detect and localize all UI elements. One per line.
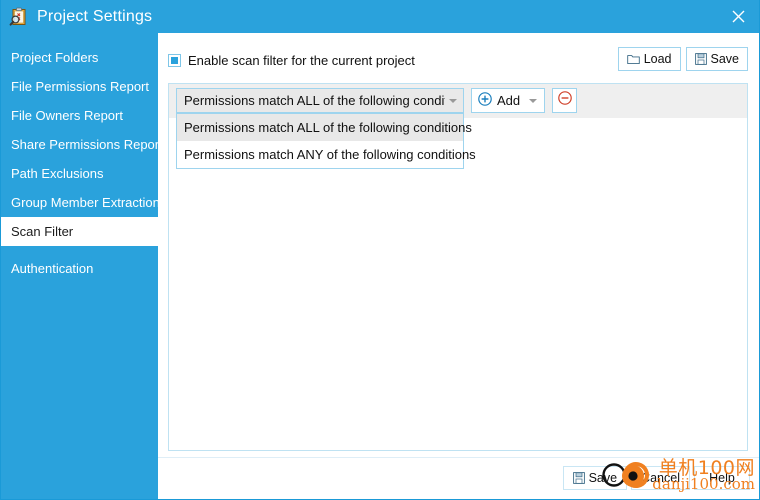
plus-circle-icon [478,92,492,109]
load-button-label: Load [643,52,672,66]
footer-button-group: Save Cancel Help [562,466,750,490]
help-button[interactable]: Help [694,466,750,490]
chevron-down-icon [449,98,457,103]
sidebar-item-label: File Owners Report [11,108,123,123]
save-button[interactable]: Save [562,466,628,490]
add-condition-button-label: Add [497,93,521,108]
dropdown-option-all[interactable]: Permissions match ALL of the following c… [177,114,472,141]
dialog-footer: Save Cancel Help [158,457,759,499]
chevron-down-icon[interactable] [529,98,538,103]
project-settings-window: Project Settings Project Folders File Pe… [0,0,760,500]
floppy-disk-icon [694,53,707,65]
floppy-disk-icon [572,472,585,484]
folder-icon [626,54,640,65]
window-title: Project Settings [37,7,153,25]
dropdown-option-label: Permissions match ANY of the following c… [184,147,476,162]
enable-scan-filter-label: Enable scan filter for the current proje… [188,52,415,68]
sidebar-item-path-exclusions[interactable]: Path Exclusions [1,159,158,188]
title-bar: Project Settings [1,0,759,33]
minus-circle-icon [557,91,572,110]
sidebar-item-label: File Permissions Report [11,79,149,94]
help-button-label: Help [709,471,735,485]
sidebar-item-project-folders[interactable]: Project Folders [1,43,158,72]
content-pane: Enable scan filter for the current proje… [158,33,759,457]
dropdown-option-label: Permissions match ALL of the following c… [184,120,472,135]
scan-filter-groupbox: Permissions match ALL of the following c… [168,83,748,451]
save-button-label: Save [588,471,618,485]
sidebar-item-label: Path Exclusions [11,166,104,181]
filter-toolbar: Permissions match ALL of the following c… [169,84,747,169]
sidebar-item-share-permissions-report[interactable]: Share Permissions Report [1,130,163,159]
cancel-button-label: Cancel [641,471,680,485]
dropdown-option-any[interactable]: Permissions match ANY of the following c… [177,141,476,168]
match-condition-combobox[interactable]: Permissions match ALL of the following c… [176,88,464,113]
clipboard-search-icon [9,7,29,27]
sidebar-item-scan-filter[interactable]: Scan Filter [1,217,158,246]
save-button-top-label: Save [710,52,740,66]
sidebar-item-label: Project Folders [11,50,99,65]
sidebar: Project Folders File Permissions Report … [1,33,163,499]
remove-condition-button[interactable] [552,88,578,113]
add-condition-button[interactable]: Add [471,88,546,113]
sidebar-item-label: Group Member Extraction [11,195,160,210]
sidebar-item-authentication[interactable]: Authentication [1,254,158,283]
match-condition-combobox-value: Permissions match ALL of the following c… [184,93,445,108]
sidebar-item-label: Scan Filter [11,224,74,239]
load-save-button-group: Load Save [617,47,748,71]
sidebar-item-file-permissions-report[interactable]: File Permissions Report [1,72,158,101]
enable-scan-filter-checkbox[interactable] [168,53,181,67]
content-toolbar: Enable scan filter for the current proje… [168,47,748,73]
enable-scan-filter-row[interactable]: Enable scan filter for the current proje… [168,53,415,68]
close-button[interactable] [715,0,759,33]
match-condition-dropdown-list[interactable]: Permissions match ALL of the following c… [176,113,476,169]
sidebar-item-label: Authentication [11,261,94,276]
sidebar-item-group-member-extraction[interactable]: Group Member Extraction [1,188,160,217]
sidebar-item-label: Share Permissions Report [11,137,163,152]
cancel-button[interactable]: Cancel [631,466,690,490]
save-button-top[interactable]: Save [685,47,748,71]
load-button[interactable]: Load [617,47,681,71]
sidebar-item-file-owners-report[interactable]: File Owners Report [1,101,158,130]
